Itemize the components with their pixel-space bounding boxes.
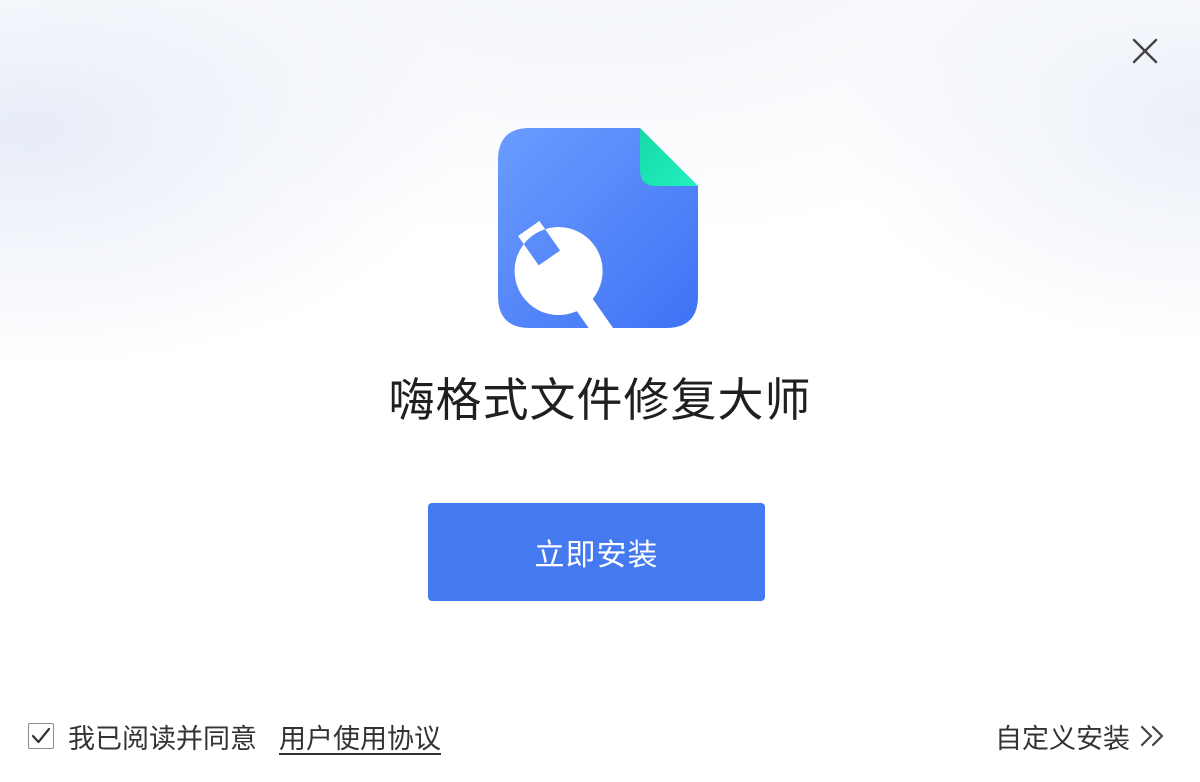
install-now-button[interactable]: 立即安装 xyxy=(428,503,765,601)
close-button[interactable] xyxy=(1124,30,1166,72)
close-icon xyxy=(1132,38,1158,64)
app-title: 嗨格式文件修复大师 xyxy=(388,373,812,427)
agreement-checkbox[interactable] xyxy=(28,723,54,749)
file-wrench-icon xyxy=(498,128,698,330)
custom-install-link[interactable]: 自定义安装 xyxy=(995,718,1168,755)
double-chevron-right-icon xyxy=(1140,725,1164,747)
custom-install-label: 自定义安装 xyxy=(995,723,1130,755)
agreement-text: 我已阅读并同意 xyxy=(68,723,257,755)
checkmark-icon xyxy=(31,727,51,744)
agreement-row: 我已阅读并同意 用户使用协议 xyxy=(28,717,441,756)
user-agreement-link[interactable]: 用户使用协议 xyxy=(279,717,441,756)
